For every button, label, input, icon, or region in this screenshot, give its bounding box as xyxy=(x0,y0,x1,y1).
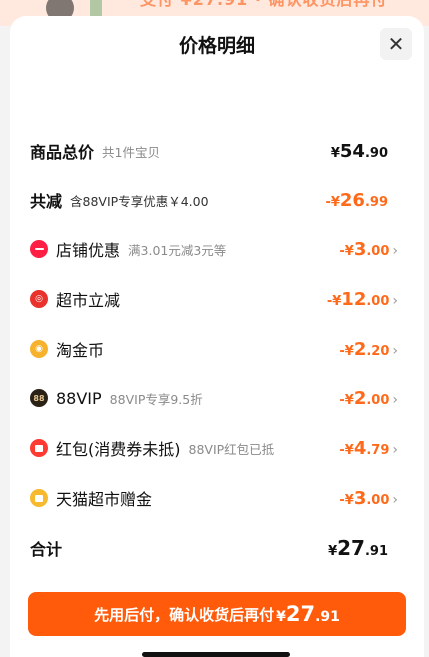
supermarket-icon: ◎ xyxy=(30,290,48,308)
row-label: 商品总价 xyxy=(30,143,95,162)
row-sub: 含88VIP专享优惠￥4.00 xyxy=(70,193,209,209)
row-amount: -¥ 2.00 xyxy=(339,387,390,409)
row-label: 红包(消费券未抵) xyxy=(56,440,181,459)
pay-button-label: 先用后付，确认收货后再付 xyxy=(94,605,275,624)
market-instant-row[interactable]: ◎ 超市立减 -¥ 12.00 › xyxy=(10,284,424,314)
store-discount-row[interactable]: 店铺优惠 满3.01元减3元等 -¥ 3.00 › xyxy=(10,234,424,264)
row-amount: -¥ 3.00 xyxy=(339,238,390,260)
goods-total-row: 商品总价 共1件宝贝 ¥54.90 xyxy=(10,136,424,166)
sum-row: 合计 ¥27.91 xyxy=(10,533,424,563)
row-label: 淘金币 xyxy=(56,341,105,360)
vip88-row[interactable]: 88 88VIP 88VIP专享9.5折 -¥ 2.00 › xyxy=(10,383,424,413)
row-label: 超市立减 xyxy=(56,291,121,310)
row-amount: -¥ 12.00 xyxy=(326,288,390,310)
row-label: 店铺优惠 xyxy=(56,241,121,260)
row-amount: ¥54.90 xyxy=(330,140,388,162)
row-sub: 88VIP专享9.5折 xyxy=(109,391,203,407)
row-label: 天猫超市赠金 xyxy=(56,490,153,509)
home-indicator[interactable] xyxy=(142,652,290,657)
tao-coin-row[interactable]: ◉ 淘金币 -¥ 2.20 › xyxy=(10,334,424,364)
chevron-right-icon: › xyxy=(392,242,398,259)
row-label: 共减 xyxy=(30,192,63,211)
row-amount: -¥ 2.20 xyxy=(339,338,390,360)
row-sub: 满3.01元减3元等 xyxy=(128,242,227,258)
store-icon xyxy=(30,240,48,258)
background-peek-text: 支付 ¥27.91 · 确认收货后再付 xyxy=(140,0,388,10)
gift-card-icon xyxy=(30,489,48,507)
price-detail-sheet: 价格明细 ✕ 商品总价 共1件宝贝 ¥54.90 共减 含88VIP专享优惠￥4… xyxy=(10,16,424,657)
row-amount: -¥ 3.00 xyxy=(339,487,390,509)
close-icon: ✕ xyxy=(387,32,405,56)
red-packet-row[interactable]: 红包(消费券未抵) 88VIP红包已抵 -¥ 4.79 › xyxy=(10,433,424,463)
sheet-header: 价格明细 ✕ xyxy=(10,16,424,72)
chevron-right-icon: › xyxy=(392,292,398,309)
chevron-right-icon: › xyxy=(392,441,398,458)
row-label: 88VIP xyxy=(56,388,102,408)
red-packet-icon xyxy=(30,439,48,457)
row-amount: -¥ 4.79 xyxy=(339,437,390,459)
chevron-right-icon: › xyxy=(392,342,398,359)
row-amount: ¥27.91 xyxy=(328,536,388,560)
pay-button-amount: ¥27.91 xyxy=(276,602,340,626)
close-button[interactable]: ✕ xyxy=(380,28,412,60)
row-amount: -¥ 26.99 xyxy=(325,189,388,211)
gold-coin-icon: ◉ xyxy=(30,340,48,358)
tmall-gift-row[interactable]: 天猫超市赠金 -¥ 3.00 › xyxy=(10,483,424,513)
total-reduce-row: 共减 含88VIP专享优惠￥4.00 -¥ 26.99 xyxy=(10,185,424,215)
sheet-title: 价格明细 xyxy=(178,34,255,57)
chevron-right-icon: › xyxy=(392,391,398,408)
pay-later-button[interactable]: 先用后付，确认收货后再付 ¥27.91 xyxy=(28,592,406,636)
row-sub: 共1件宝贝 xyxy=(102,144,160,160)
vip-badge-icon: 88 xyxy=(30,389,48,407)
row-label: 合计 xyxy=(30,540,63,559)
chevron-right-icon: › xyxy=(392,491,398,508)
row-sub: 88VIP红包已抵 xyxy=(188,441,275,457)
